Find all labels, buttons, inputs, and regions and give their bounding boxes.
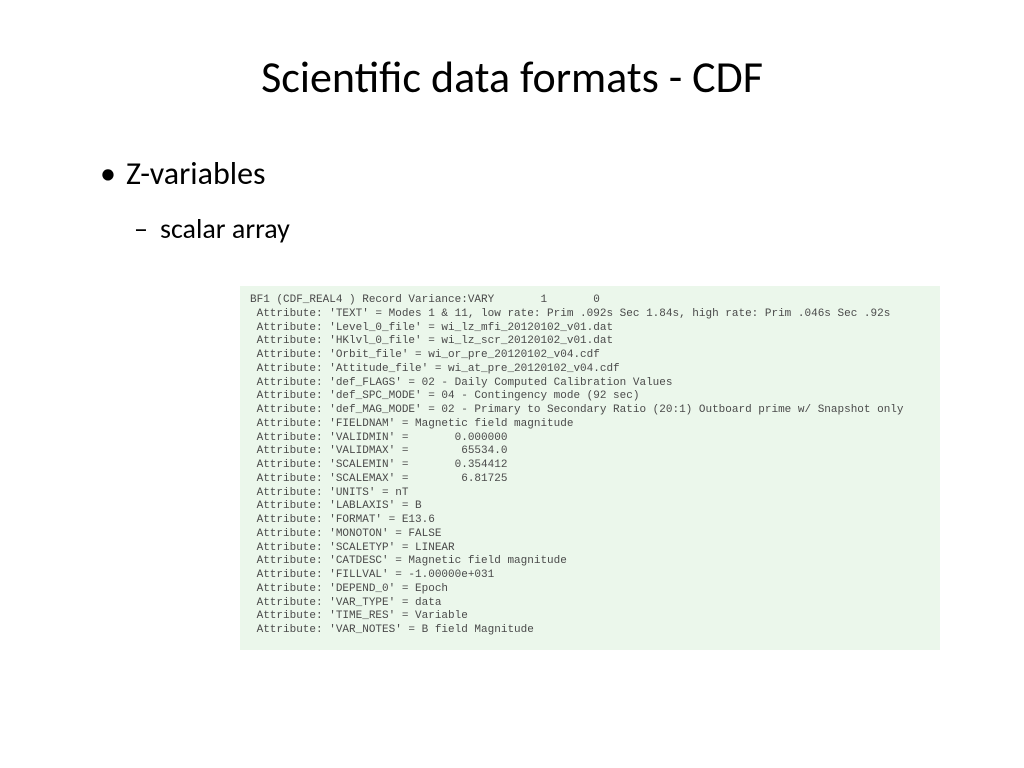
code-attr: Attribute: 'SCALETYP' = LINEAR xyxy=(250,542,455,554)
code-attr: Attribute: 'SCALEMIN' = 0.354412 xyxy=(250,459,507,471)
code-attr: Attribute: 'Orbit_file' = wi_or_pre_2012… xyxy=(250,349,600,361)
code-attr: Attribute: 'HKlvl_0_file' = wi_lz_scr_20… xyxy=(250,335,613,347)
code-attr: Attribute: 'Level_0_file' = wi_lz_mfi_20… xyxy=(250,322,613,334)
code-attr: Attribute: 'def_MAG_MODE' = 02 - Primary… xyxy=(250,404,904,416)
code-attr: Attribute: 'CATDESC' = Magnetic field ma… xyxy=(250,555,567,567)
bullet-level-2: scalar array xyxy=(134,211,964,246)
bullet-list: Z-variables scalar array xyxy=(60,154,964,246)
code-attr: Attribute: 'def_SPC_MODE' = 04 - Conting… xyxy=(250,390,639,402)
bullet-level-1: Z-variables xyxy=(100,154,964,193)
code-attr: Attribute: 'VAR_NOTES' = B field Magnitu… xyxy=(250,624,534,636)
code-block: BF1 (CDF_REAL4 ) Record Variance:VARY 1 … xyxy=(240,286,940,650)
slide-title: Scientific data formats - CDF xyxy=(60,50,964,104)
code-attr: Attribute: 'MONOTON' = FALSE xyxy=(250,528,441,540)
code-attr: Attribute: 'SCALEMAX' = 6.81725 xyxy=(250,473,507,485)
slide: Scientific data formats - CDF Z-variable… xyxy=(0,0,1024,768)
code-attr: Attribute: 'VALIDMIN' = 0.000000 xyxy=(250,432,507,444)
code-attr: Attribute: 'Attitude_file' = wi_at_pre_2… xyxy=(250,363,620,375)
code-attr: Attribute: 'VAR_TYPE' = data xyxy=(250,597,441,609)
code-attr: Attribute: 'DEPEND_0' = Epoch xyxy=(250,583,448,595)
code-attr: Attribute: 'def_FLAGS' = 02 - Daily Comp… xyxy=(250,377,672,389)
code-attr: Attribute: 'UNITS' = nT xyxy=(250,487,408,499)
code-header: BF1 (CDF_REAL4 ) Record Variance:VARY 1 … xyxy=(250,294,600,306)
code-attr: Attribute: 'LABLAXIS' = B xyxy=(250,500,422,512)
code-attr: Attribute: 'TIME_RES' = Variable xyxy=(250,610,468,622)
code-attr: Attribute: 'FIELDNAM' = Magnetic field m… xyxy=(250,418,573,430)
code-attr: Attribute: 'TEXT' = Modes 1 & 11, low ra… xyxy=(250,308,890,320)
code-attr: Attribute: 'FORMAT' = E13.6 xyxy=(250,514,435,526)
code-attr: Attribute: 'FILLVAL' = -1.00000e+031 xyxy=(250,569,494,581)
code-attr: Attribute: 'VALIDMAX' = 65534.0 xyxy=(250,445,507,457)
